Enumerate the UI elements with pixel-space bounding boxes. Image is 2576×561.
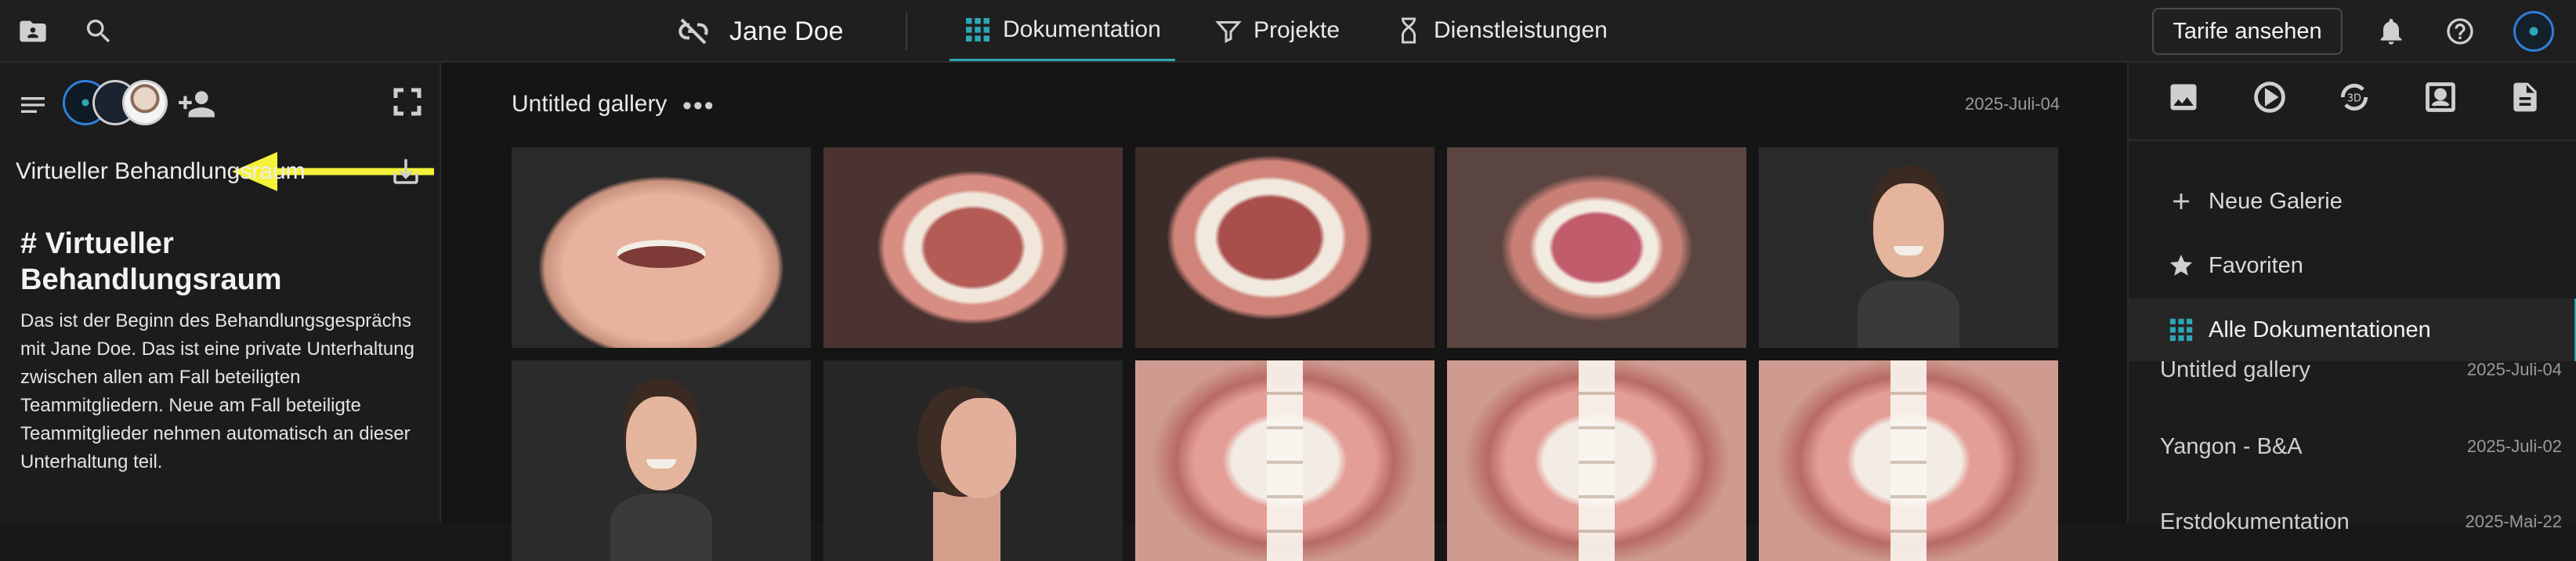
download-icon[interactable] <box>389 155 422 188</box>
photo-thumbnail[interactable] <box>512 147 811 348</box>
chat-panel: Virtueller Behandlungsraum # Virtueller … <box>0 63 441 523</box>
grid-icon <box>966 17 990 42</box>
participant-avatars[interactable] <box>63 80 172 127</box>
chat-heading: # Virtueller Behandlungsraum <box>20 227 282 296</box>
photo-thumbnail[interactable] <box>512 360 811 561</box>
top-bar: Jane Doe Dokumentation Projekte Dienstle… <box>0 0 2576 63</box>
tarife-button[interactable]: Tarife ansehen <box>2152 8 2343 55</box>
plus-icon <box>2173 194 2189 209</box>
svg-text:3D: 3D <box>2347 93 2361 105</box>
filter-list-icon <box>1215 21 1242 43</box>
photo-thumbnail[interactable] <box>1135 360 1435 561</box>
menu-label: Neue Galerie <box>2209 188 2343 214</box>
favorites-button[interactable]: Favoriten <box>2129 234 2576 297</box>
gallery-date: 2025-Mai-22 <box>2465 512 2562 531</box>
menu-label: Favoriten <box>2209 252 2303 278</box>
new-gallery-button[interactable]: Neue Galerie <box>2129 170 2576 233</box>
star-icon <box>2169 254 2193 276</box>
photo-thumbnail[interactable] <box>1759 147 2058 348</box>
play-icon[interactable] <box>2252 80 2290 118</box>
gallery-date: 2025-Juli-04 <box>1965 94 2060 114</box>
folder-person-icon[interactable] <box>16 14 50 49</box>
hourglass-icon <box>1402 17 1416 44</box>
documentation-sidebar: 3D Neue Galerie Favoriten Alle Dokumenta… <box>2127 63 2576 534</box>
gallery-date: 2025-Juli-04 <box>2466 360 2562 379</box>
gallery-title[interactable]: Untitled gallery <box>512 91 667 118</box>
gallery-area: Untitled gallery ••• 2025-Juli-04 <box>443 63 2126 561</box>
room-title: Virtueller Behandlungsraum <box>16 158 306 184</box>
chat-intro-text: Das ist der Beginn des Behandlungsgesprä… <box>20 310 414 472</box>
gallery-name: Erstdokumentation <box>2160 509 2350 534</box>
tab-projekte[interactable]: Projekte <box>1200 0 1354 61</box>
gallery-name: Yangon - B&A <box>2160 433 2303 459</box>
gallery-list-item[interactable]: Untitled gallery 2025-Juli-04 <box>2160 346 2562 393</box>
divider <box>906 13 907 50</box>
patient-header: Jane Doe <box>678 0 844 63</box>
photo-thumbnail[interactable] <box>823 147 1123 348</box>
photo-thumbnail[interactable] <box>1447 360 1746 561</box>
photo-thumbnail[interactable] <box>1135 147 1435 348</box>
tab-dokumentation[interactable]: Dokumentation <box>950 0 1175 61</box>
add-user-icon[interactable] <box>177 85 216 124</box>
portrait-icon[interactable] <box>2423 80 2461 118</box>
document-icon[interactable] <box>2508 80 2545 118</box>
media-type-tabs: 3D <box>2129 80 2576 127</box>
bell-icon[interactable] <box>2374 14 2408 49</box>
fullscreen-icon[interactable] <box>392 86 423 118</box>
link-off-icon[interactable] <box>678 16 709 47</box>
patient-name: Jane Doe <box>729 16 844 46</box>
more-options-icon[interactable]: ••• <box>682 91 715 121</box>
avatar[interactable] <box>122 80 168 125</box>
tab-dienstleistungen[interactable]: Dienstleistungen <box>1380 0 1622 61</box>
3d-rotate-icon[interactable]: 3D <box>2337 80 2375 118</box>
tab-label: Projekte <box>1254 17 1340 43</box>
gallery-list-item[interactable]: Erstdokumentation 2025-Mai-22 <box>2160 498 2562 545</box>
photo-thumbnail[interactable] <box>1447 147 1746 348</box>
gallery-name: Untitled gallery <box>2160 357 2310 382</box>
gallery-date: 2025-Juli-02 <box>2466 436 2562 456</box>
search-icon[interactable] <box>81 14 116 49</box>
menu-icon[interactable] <box>17 89 49 121</box>
user-avatar[interactable] <box>2513 11 2554 52</box>
divider <box>2129 139 2576 141</box>
tab-label: Dokumentation <box>1003 16 1161 42</box>
photo-thumbnail[interactable] <box>1759 360 2058 561</box>
gallery-list-item[interactable]: Yangon - B&A 2025-Juli-02 <box>2160 423 2562 470</box>
photo-thumbnail[interactable] <box>823 360 1123 561</box>
image-icon[interactable] <box>2166 80 2204 118</box>
menu-label: Alle Dokumentationen <box>2209 317 2431 342</box>
grid-icon <box>2169 318 2193 342</box>
help-icon[interactable] <box>2443 14 2477 49</box>
tab-label: Dienstleistungen <box>1434 17 1608 43</box>
